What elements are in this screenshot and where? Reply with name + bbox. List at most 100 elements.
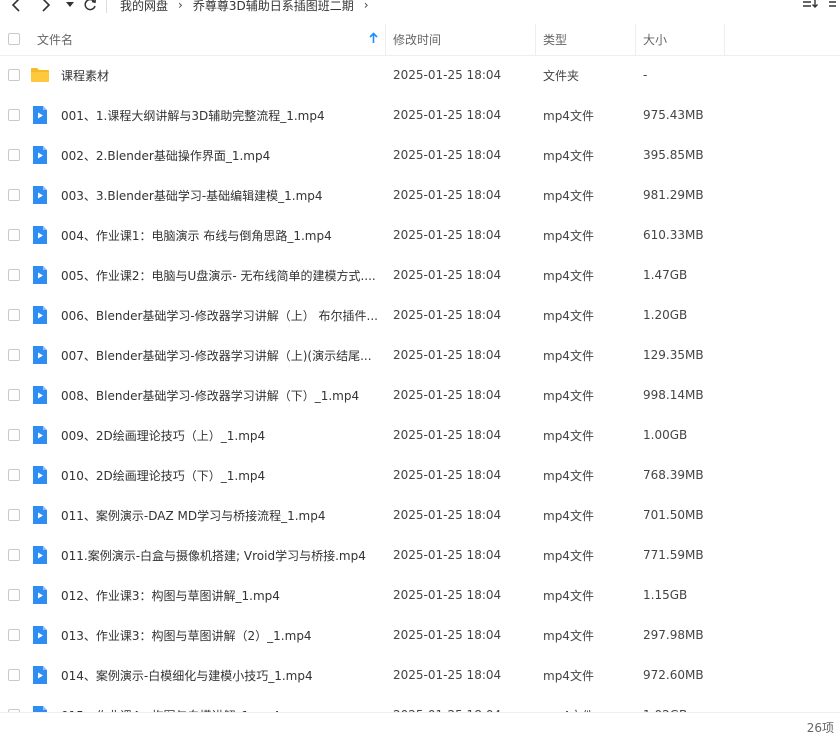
file-row[interactable]: 002、2.Blender基础操作界面_1.mp4 2025-01-25 18:0… [0, 135, 840, 175]
file-type: mp4文件 [543, 108, 594, 123]
select-all-checkbox[interactable] [8, 33, 20, 45]
row-checkbox[interactable] [8, 149, 20, 161]
row-checkbox[interactable] [8, 309, 20, 321]
file-row[interactable]: 009、2D绘画理论技巧（上）_1.mp4 2025-01-25 18:04 mp4… [0, 415, 840, 455]
file-size: - [643, 68, 648, 82]
grid-view-icon[interactable] [828, 0, 836, 13]
file-name[interactable]: 011.案例演示-白盒与摄像机搭建; Vroid学习与桥接.mp4 [61, 535, 381, 575]
column-modified-header[interactable]: 修改时间 [393, 24, 441, 55]
file-size: 297.98MB [643, 628, 704, 642]
file-name[interactable]: 001、1.课程大纲讲解与3D辅助完整流程_1.mp4 [61, 95, 381, 135]
row-checkbox[interactable] [8, 549, 20, 561]
row-checkbox[interactable] [8, 509, 20, 521]
column-type-header[interactable]: 类型 [543, 24, 567, 55]
column-divider[interactable] [385, 24, 386, 55]
row-checkbox[interactable] [8, 629, 20, 641]
file-name[interactable]: 006、Blender基础学习-修改器学习讲解（上） 布尔插件... [61, 295, 381, 335]
file-size: 975.43MB [643, 108, 704, 122]
file-type: mp4文件 [543, 188, 594, 203]
file-type: mp4文件 [543, 628, 594, 643]
file-size: 1.15GB [643, 588, 688, 602]
row-checkbox[interactable] [8, 69, 20, 81]
file-row[interactable]: 005、作业课2：电脑与U盘演示- 无布线简单的建模方式.... 2025-01-… [0, 255, 840, 295]
row-checkbox[interactable] [8, 189, 20, 201]
row-checkbox[interactable] [8, 109, 20, 121]
file-modified-time: 2025-01-25 18:04 [393, 428, 502, 442]
file-row[interactable]: 001、1.课程大纲讲解与3D辅助完整流程_1.mp4 2025-01-25 18… [0, 95, 840, 135]
file-name[interactable]: 002、2.Blender基础操作界面_1.mp4 [61, 135, 381, 175]
back-arrow-icon[interactable] [6, 0, 26, 17]
video-file-icon [30, 305, 50, 325]
file-modified-time: 2025-01-25 18:04 [393, 228, 502, 242]
column-name-header[interactable]: 文件名 [37, 24, 73, 55]
refresh-icon[interactable] [80, 0, 100, 17]
row-checkbox[interactable] [8, 429, 20, 441]
sort-list-icon[interactable] [802, 0, 818, 13]
file-row[interactable]: 003、3.Blender基础学习-基础编辑建模_1.mp4 2025-01-25… [0, 175, 840, 215]
file-name[interactable]: 课程素材 [61, 55, 381, 95]
video-file-icon [30, 585, 50, 605]
file-modified-time: 2025-01-25 18:04 [393, 308, 502, 322]
file-type: mp4文件 [543, 268, 594, 283]
chevron-right-icon: › [363, 0, 369, 12]
file-type: mp4文件 [543, 348, 594, 363]
file-size: 998.14MB [643, 388, 704, 402]
file-name[interactable]: 013、作业课3：构图与草图讲解（2）_1.mp4 [61, 615, 381, 655]
file-name[interactable]: 005、作业课2：电脑与U盘演示- 无布线简单的建模方式.... [61, 255, 381, 295]
file-row[interactable]: 011、案例演示-DAZ MD学习与桥接流程_1.mp4 2025-01-25 1… [0, 495, 840, 535]
file-row[interactable]: 013、作业课3：构图与草图讲解（2）_1.mp4 2025-01-25 18:0… [0, 615, 840, 655]
file-modified-time: 2025-01-25 18:04 [393, 628, 502, 642]
nav-divider [106, 0, 107, 13]
file-size: 1.47GB [643, 268, 688, 282]
column-header: 文件名 修改时间 类型 大小 [0, 24, 840, 56]
history-dropdown-icon[interactable] [60, 0, 80, 17]
file-name[interactable]: 007、Blender基础学习-修改器学习讲解（上)(演示结尾... [61, 335, 381, 375]
video-file-icon [30, 625, 50, 645]
file-type: mp4文件 [543, 228, 594, 243]
column-divider[interactable] [535, 24, 536, 55]
file-row[interactable]: 008、Blender基础学习-修改器学习讲解（下）_1.mp4 2025-01-… [0, 375, 840, 415]
row-checkbox[interactable] [8, 469, 20, 481]
file-row[interactable]: 004、作业课1：电脑演示 布线与倒角思路_1.mp4 2025-01-25 18… [0, 215, 840, 255]
file-name[interactable]: 012、作业课3：构图与草图讲解_1.mp4 [61, 575, 381, 615]
row-checkbox[interactable] [8, 269, 20, 281]
file-row[interactable]: 011.案例演示-白盒与摄像机搭建; Vroid学习与桥接.mp4 2025-01… [0, 535, 840, 575]
file-name[interactable]: 009、2D绘画理论技巧（上）_1.mp4 [61, 415, 381, 455]
file-row[interactable]: 课程素材 2025-01-25 18:04 文件夹 - [0, 55, 840, 95]
video-file-icon [30, 185, 50, 205]
video-file-icon [30, 665, 50, 685]
file-modified-time: 2025-01-25 18:04 [393, 68, 502, 82]
file-row[interactable]: 014、案例演示-白模细化与建模小技巧_1.mp4 2025-01-25 18:0… [0, 655, 840, 695]
breadcrumb-item-current[interactable]: 乔尊尊3D辅助日系插图班二期 [193, 0, 354, 14]
file-row[interactable]: 007、Blender基础学习-修改器学习讲解（上)(演示结尾... 2025-0… [0, 335, 840, 375]
video-file-icon [30, 545, 50, 565]
file-name[interactable]: 014、案例演示-白模细化与建模小技巧_1.mp4 [61, 655, 381, 695]
file-name[interactable]: 003、3.Blender基础学习-基础编辑建模_1.mp4 [61, 175, 381, 215]
video-file-icon [30, 145, 50, 165]
forward-arrow-icon[interactable] [36, 0, 56, 17]
row-checkbox[interactable] [8, 389, 20, 401]
file-name[interactable]: 011、案例演示-DAZ MD学习与桥接流程_1.mp4 [61, 495, 381, 535]
video-file-icon [30, 225, 50, 245]
video-file-icon [30, 425, 50, 445]
row-checkbox[interactable] [8, 669, 20, 681]
column-divider[interactable] [635, 24, 636, 55]
file-size: 395.85MB [643, 148, 704, 162]
file-name[interactable]: 010、2D绘画理论技巧（下）_1.mp4 [61, 455, 381, 495]
sort-ascending-icon[interactable] [369, 32, 378, 47]
file-row[interactable]: 012、作业课3：构图与草图讲解_1.mp4 2025-01-25 18:04 mp… [0, 575, 840, 615]
item-count: 26项 [806, 721, 834, 733]
column-size-header[interactable]: 大小 [643, 24, 667, 55]
column-divider[interactable] [724, 24, 725, 55]
file-row[interactable]: 010、2D绘画理论技巧（下）_1.mp4 2025-01-25 18:04 mp4… [0, 455, 840, 495]
status-bar: 26项 [0, 712, 840, 733]
file-type: mp4文件 [543, 548, 594, 563]
row-checkbox[interactable] [8, 349, 20, 361]
breadcrumb-item-root[interactable]: 我的网盘 [120, 0, 168, 14]
row-checkbox[interactable] [8, 229, 20, 241]
file-size: 768.39MB [643, 468, 704, 482]
file-name[interactable]: 008、Blender基础学习-修改器学习讲解（下）_1.mp4 [61, 375, 381, 415]
row-checkbox[interactable] [8, 589, 20, 601]
file-name[interactable]: 004、作业课1：电脑演示 布线与倒角思路_1.mp4 [61, 215, 381, 255]
file-row[interactable]: 006、Blender基础学习-修改器学习讲解（上） 布尔插件... 2025-0… [0, 295, 840, 335]
